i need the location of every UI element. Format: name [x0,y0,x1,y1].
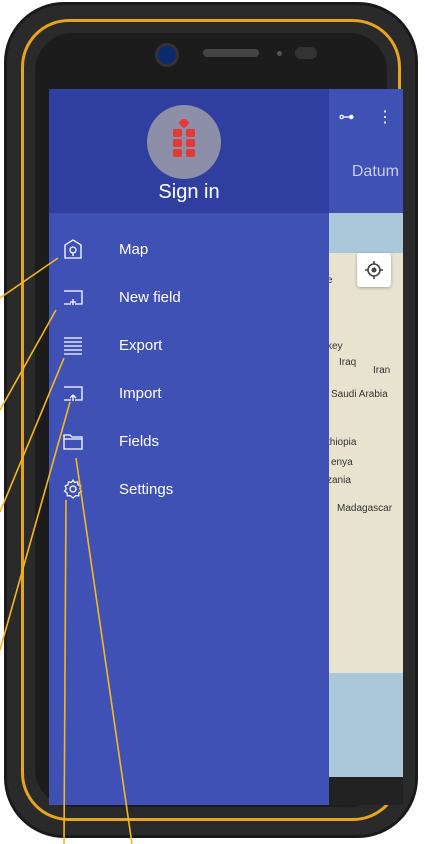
menu-item-label: Fields [119,432,160,450]
navigation-drawer: Sign in Map New field Export Import Fiel… [49,89,329,805]
map-label: zania [327,475,351,486]
export-icon [64,337,82,355]
crosshair-icon [365,261,383,279]
app-logo-avatar[interactable] [147,105,221,179]
menu-item-import[interactable]: Import [49,369,329,417]
wheat-logo-icon [173,119,195,157]
menu-item-export[interactable]: Export [49,321,329,369]
drawer-menu: Map New field Export Import Fields Setti… [49,225,329,513]
new-field-icon [64,290,83,305]
import-icon [64,386,83,401]
app-bar-actions: ⊶ ⋮ [339,107,393,127]
tab-datum[interactable]: Datum [352,163,399,181]
proximity-sensor [277,51,282,56]
map-label: Madagascar [337,503,393,514]
map-pin-icon [64,239,82,259]
map-label: thiopia [327,437,357,448]
light-sensor [295,47,317,59]
menu-item-label: Export [119,336,163,354]
earpiece-speaker [203,49,259,57]
folder-icon [63,434,83,450]
map-label: Saudi Arabia [331,389,388,400]
map-label: Iraq [339,357,357,368]
route-icon[interactable]: ⊶ [339,109,355,126]
menu-item-settings[interactable]: Settings [49,465,329,513]
overflow-menu-icon[interactable]: ⋮ [377,109,393,126]
menu-item-map[interactable]: Map [49,225,329,273]
my-location-button[interactable] [357,253,391,287]
map-label: enya [331,457,353,468]
menu-item-label: Settings [119,480,174,498]
menu-item-label: New field [119,288,181,306]
front-camera [155,43,179,67]
screen: ⊶ ⋮ Datum e key Iraq Iran Saudi Arabia t… [49,89,403,805]
menu-item-fields[interactable]: Fields [49,417,329,465]
phone-frame: ⊶ ⋮ Datum e key Iraq Iran Saudi Arabia t… [4,2,418,838]
sign-in-link[interactable]: Sign in [49,181,329,204]
gear-icon [63,478,83,499]
menu-item-label: Map [119,240,149,258]
menu-item-new-field[interactable]: New field [49,273,329,321]
menu-item-label: Import [119,384,162,402]
map-label: Iran [373,365,391,376]
drawer-header: Sign in [49,89,329,213]
map-label: key [327,341,343,352]
